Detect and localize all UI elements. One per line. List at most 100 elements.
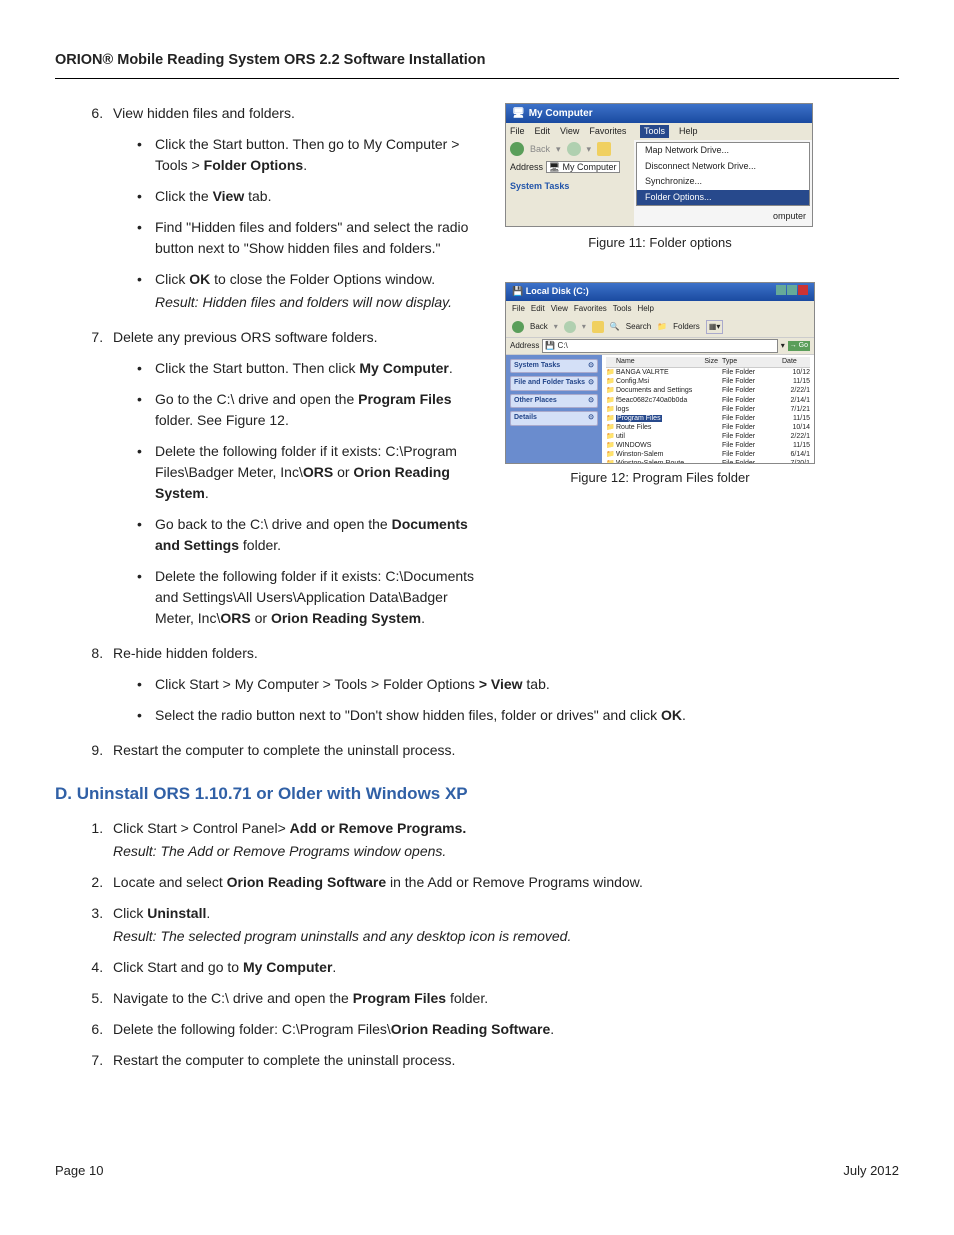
forward-icon[interactable]	[567, 142, 581, 156]
dropdown-map-drive[interactable]: Map Network Drive...	[637, 143, 809, 159]
step-8: Re-hide hidden folders. Click Start > My…	[107, 643, 899, 726]
step-7-sublist: Click the Start button. Then click My Co…	[113, 358, 485, 629]
f12-file-list: Name Size Type Date 📁BANGA VALRTEFile Fo…	[602, 355, 814, 465]
f12-menu-favorites[interactable]: Favorites	[574, 303, 607, 315]
d-step-3-result: Result: The selected program uninstalls …	[113, 926, 899, 947]
drive-icon: 💾	[512, 286, 523, 296]
figure-11-window: 🖥 My Computer File Edit View Favorites B…	[505, 103, 813, 227]
page-number: Page 10	[55, 1161, 103, 1181]
step-7-bullet-3: Delete the following folder if it exists…	[137, 441, 485, 504]
step-9-text: Restart the computer to complete the uni…	[113, 742, 455, 758]
d-step-5: Navigate to the C:\ drive and open the P…	[107, 988, 899, 1009]
go-button[interactable]: → Go	[788, 341, 810, 352]
menu-tools-active[interactable]: Tools	[640, 125, 669, 139]
menu-view[interactable]: View	[560, 125, 579, 139]
file-row[interactable]: 📁logsFile Folder7/1/21	[606, 405, 810, 414]
d-step-1-result: Result: The Add or Remove Programs windo…	[113, 841, 899, 862]
d-step-3: Click Uninstall. Result: The selected pr…	[107, 903, 899, 947]
d-step-1: Click Start > Control Panel> Add or Remo…	[107, 818, 899, 862]
file-row[interactable]: 📁BANGA VALRTEFile Folder10/12	[606, 368, 810, 377]
col-date[interactable]: Date	[782, 357, 810, 368]
file-row[interactable]: 📁Route FilesFile Folder10/14	[606, 423, 810, 432]
file-row[interactable]: 📁Config.MsiFile Folder11/15	[606, 377, 810, 386]
header-rule	[55, 78, 899, 79]
step-9: Restart the computer to complete the uni…	[107, 740, 899, 761]
file-folder-tasks-pane[interactable]: File and Folder Tasks⊙	[510, 376, 598, 391]
figure-12-window: 💾 Local Disk (C:) File Edit View Favorit…	[505, 282, 815, 464]
system-tasks-pane[interactable]: System Tasks⊙	[510, 359, 598, 374]
step-8-sublist: Click Start > My Computer > Tools > Fold…	[113, 674, 899, 726]
step-6-bullet-3: Find "Hidden files and folders" and sele…	[137, 217, 485, 259]
up-icon[interactable]	[597, 142, 611, 156]
figure-11-caption: Figure 11: Folder options	[505, 233, 815, 253]
d-step-7: Restart the computer to complete the uni…	[107, 1050, 899, 1071]
file-row[interactable]: 📁Winston-SalemFile Folder6/14/1	[606, 450, 810, 459]
two-column-layout: View hidden files and folders. Click the…	[55, 103, 899, 643]
file-row[interactable]: 📁utilFile Folder2/22/1	[606, 432, 810, 441]
right-column: 🖥 My Computer File Edit View Favorites B…	[505, 103, 815, 643]
dropdown-folder-options[interactable]: Folder Options...	[637, 190, 809, 206]
d-step-4: Click Start and go to My Computer.	[107, 957, 899, 978]
details-pane[interactable]: Details⊙	[510, 411, 598, 426]
figure-12-titlebar: 💾 Local Disk (C:)	[506, 283, 814, 301]
file-row[interactable]: 📁Winston-Salem RouteFile Folder7/20/1	[606, 459, 810, 464]
steps-list-cont: Re-hide hidden folders. Click Start > My…	[55, 643, 899, 761]
window-buttons[interactable]	[776, 285, 808, 299]
col-size[interactable]: Size	[693, 357, 718, 368]
step-8-bullet-1: Click Start > My Computer > Tools > Fold…	[137, 674, 899, 695]
f12-address-label: Address	[510, 340, 539, 352]
footer-date: July 2012	[843, 1161, 899, 1181]
search-icon[interactable]: 🔍	[610, 321, 620, 333]
f12-menu-view[interactable]: View	[551, 303, 568, 315]
menu-favorites[interactable]: Favorites	[589, 125, 626, 139]
d-step-2: Locate and select Orion Reading Software…	[107, 872, 899, 893]
f12-back-label: Back	[530, 321, 548, 333]
other-places-pane[interactable]: Other Places⊙	[510, 394, 598, 409]
step-7-bullet-5: Delete the following folder if it exists…	[137, 566, 485, 629]
folders-icon[interactable]: 📁	[657, 321, 667, 333]
views-icon[interactable]: ▦▾	[706, 320, 724, 334]
figure-11-title: My Computer	[529, 106, 593, 121]
step-6-text: View hidden files and folders.	[113, 105, 295, 121]
step-7: Delete any previous ORS software folders…	[107, 327, 485, 629]
menu-file[interactable]: File	[510, 125, 525, 139]
f12-menu-file[interactable]: File	[512, 303, 525, 315]
section-d-list: Click Start > Control Panel> Add or Remo…	[55, 818, 899, 1071]
f12-address-input[interactable]: 💾 C:\	[542, 339, 777, 353]
step-6-bullet-4: Click OK to close the Folder Options win…	[137, 269, 485, 313]
dropdown-sync[interactable]: Synchronize...	[637, 174, 809, 190]
address-box[interactable]: 🖥 My Computer	[546, 161, 620, 173]
step-7-bullet-4: Go back to the C:\ drive and open the Do…	[137, 514, 485, 556]
file-row[interactable]: 📁f5eac0682c740a0b0daFile Folder2/14/1	[606, 396, 810, 405]
file-row[interactable]: 📁Program FilesFile Folder11/15	[606, 414, 810, 423]
col-type[interactable]: Type	[718, 357, 782, 368]
f12-up-icon[interactable]	[592, 321, 604, 333]
section-d-heading: D. Uninstall ORS 1.10.71 or Older with W…	[55, 781, 899, 807]
back-icon[interactable]	[510, 142, 524, 156]
monitor-icon: 🖥	[512, 106, 525, 121]
step-7-text: Delete any previous ORS software folders…	[113, 329, 378, 345]
left-column: View hidden files and folders. Click the…	[55, 103, 485, 643]
step-6-bullet-2: Click the View tab.	[137, 186, 485, 207]
menu-edit[interactable]: Edit	[535, 125, 551, 139]
f12-forward-icon[interactable]	[564, 321, 576, 333]
back-label: Back	[530, 143, 550, 157]
step-6: View hidden files and folders. Click the…	[107, 103, 485, 313]
file-row[interactable]: 📁Documents and SettingsFile Folder2/22/1	[606, 386, 810, 395]
address-label: Address	[510, 162, 543, 172]
system-tasks[interactable]: System Tasks	[510, 180, 630, 194]
menu-help[interactable]: Help	[679, 125, 698, 139]
steps-list: View hidden files and folders. Click the…	[55, 103, 485, 629]
f12-menu-tools[interactable]: Tools	[613, 303, 632, 315]
col-name[interactable]: Name	[616, 357, 693, 368]
step-7-bullet-2: Go to the C:\ drive and open the Program…	[137, 389, 485, 431]
f12-menu-edit[interactable]: Edit	[531, 303, 545, 315]
f12-menu-help[interactable]: Help	[637, 303, 653, 315]
step-7-bullet-1: Click the Start button. Then click My Co…	[137, 358, 485, 379]
file-row[interactable]: 📁WINDOWSFile Folder11/15	[606, 441, 810, 450]
dropdown-disconnect[interactable]: Disconnect Network Drive...	[637, 159, 809, 175]
step-6-sublist: Click the Start button. Then go to My Co…	[113, 134, 485, 313]
f12-sidebar: System Tasks⊙ File and Folder Tasks⊙ Oth…	[506, 355, 602, 465]
d-step-6: Delete the following folder: C:\Program …	[107, 1019, 899, 1040]
f12-back-icon[interactable]	[512, 321, 524, 333]
